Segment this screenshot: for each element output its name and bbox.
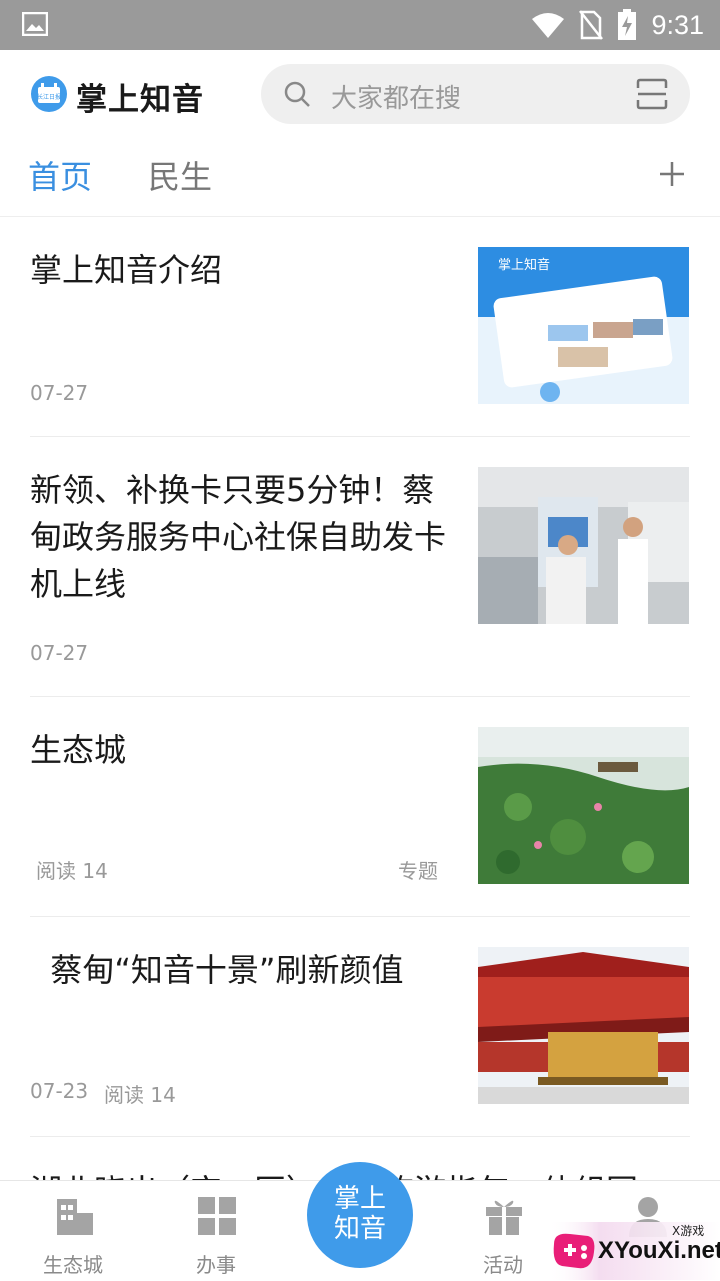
search-icon (284, 81, 310, 107)
news-date: 07-27 (30, 381, 89, 405)
gift-icon (486, 1200, 522, 1235)
building-icon (57, 1199, 93, 1235)
nav-item-events[interactable]: 活动 (448, 1181, 558, 1281)
image-icon (22, 12, 48, 36)
wifi-icon (532, 13, 565, 38)
news-reads: 阅读 14 (36, 859, 108, 883)
news-item[interactable]: 生态城 阅读 14 专题 (30, 697, 690, 917)
center-button-line2: 知音 (333, 1214, 386, 1244)
nav-item-eco-city[interactable]: 生态城 (18, 1181, 128, 1281)
search-input[interactable]: 大家都在搜 (331, 78, 461, 115)
news-date: 07-23 (30, 1079, 89, 1103)
nav-label: 生态城 (43, 1253, 103, 1277)
battery-charging-icon (618, 9, 637, 40)
scan-icon[interactable] (636, 78, 668, 110)
nav-item-services[interactable]: 办事 (161, 1181, 271, 1281)
channel-tabs: 首页 民生 (0, 138, 720, 217)
add-channel-icon[interactable] (658, 160, 686, 188)
svg-text:掌上知音: 掌上知音 (498, 257, 550, 273)
app-header: 长江日报 掌上知音 大家都在搜 (0, 50, 720, 138)
news-title: 新领、补换卡只要5分钟！蔡甸政务服务中心社保自助发卡机上线 (30, 471, 447, 603)
news-item[interactable]: 掌上知音介绍 07-27 掌上知音 (30, 217, 690, 437)
news-item[interactable]: 蔡甸“知音十景”刷新颜值 07-23 阅读 14 (30, 917, 690, 1137)
center-home-button[interactable]: 掌上 知音 (307, 1162, 413, 1268)
no-sim-icon (579, 10, 604, 40)
news-date: 07-27 (30, 641, 89, 665)
news-thumbnail: 掌上知音 (478, 247, 689, 404)
logo-badge-text: 长江日报 (37, 93, 61, 101)
tab-home[interactable]: 首页 (28, 152, 92, 198)
nav-label: 活动 (483, 1253, 523, 1277)
news-title: 掌上知音介绍 (30, 251, 223, 289)
news-title: 蔡甸“知音十景”刷新颜值 (30, 951, 404, 989)
watermark-text: XYouXi.net (598, 1237, 720, 1264)
news-reads: 阅读 14 (104, 1083, 176, 1107)
topic-badge: 专题 (398, 859, 438, 883)
tab-livelihood[interactable]: 民生 (148, 152, 212, 198)
app-logo-icon[interactable]: 长江日报 (30, 75, 68, 113)
grid-icon (198, 1197, 236, 1235)
news-item[interactable]: 新领、补换卡只要5分钟！蔡甸政务服务中心社保自助发卡机上线 07-27 (30, 437, 690, 697)
status-bar: 9:31 (0, 0, 720, 50)
search-bar[interactable]: 大家都在搜 (261, 64, 690, 124)
app-title: 掌上知音 (76, 82, 204, 118)
news-thumbnail (478, 727, 689, 884)
news-thumbnail (478, 467, 689, 624)
center-button-line1: 掌上 (333, 1184, 386, 1214)
news-thumbnail (478, 947, 689, 1104)
news-title: 生态城 (30, 731, 127, 769)
nav-label: 办事 (196, 1253, 236, 1277)
clock: 9:31 (651, 9, 704, 40)
